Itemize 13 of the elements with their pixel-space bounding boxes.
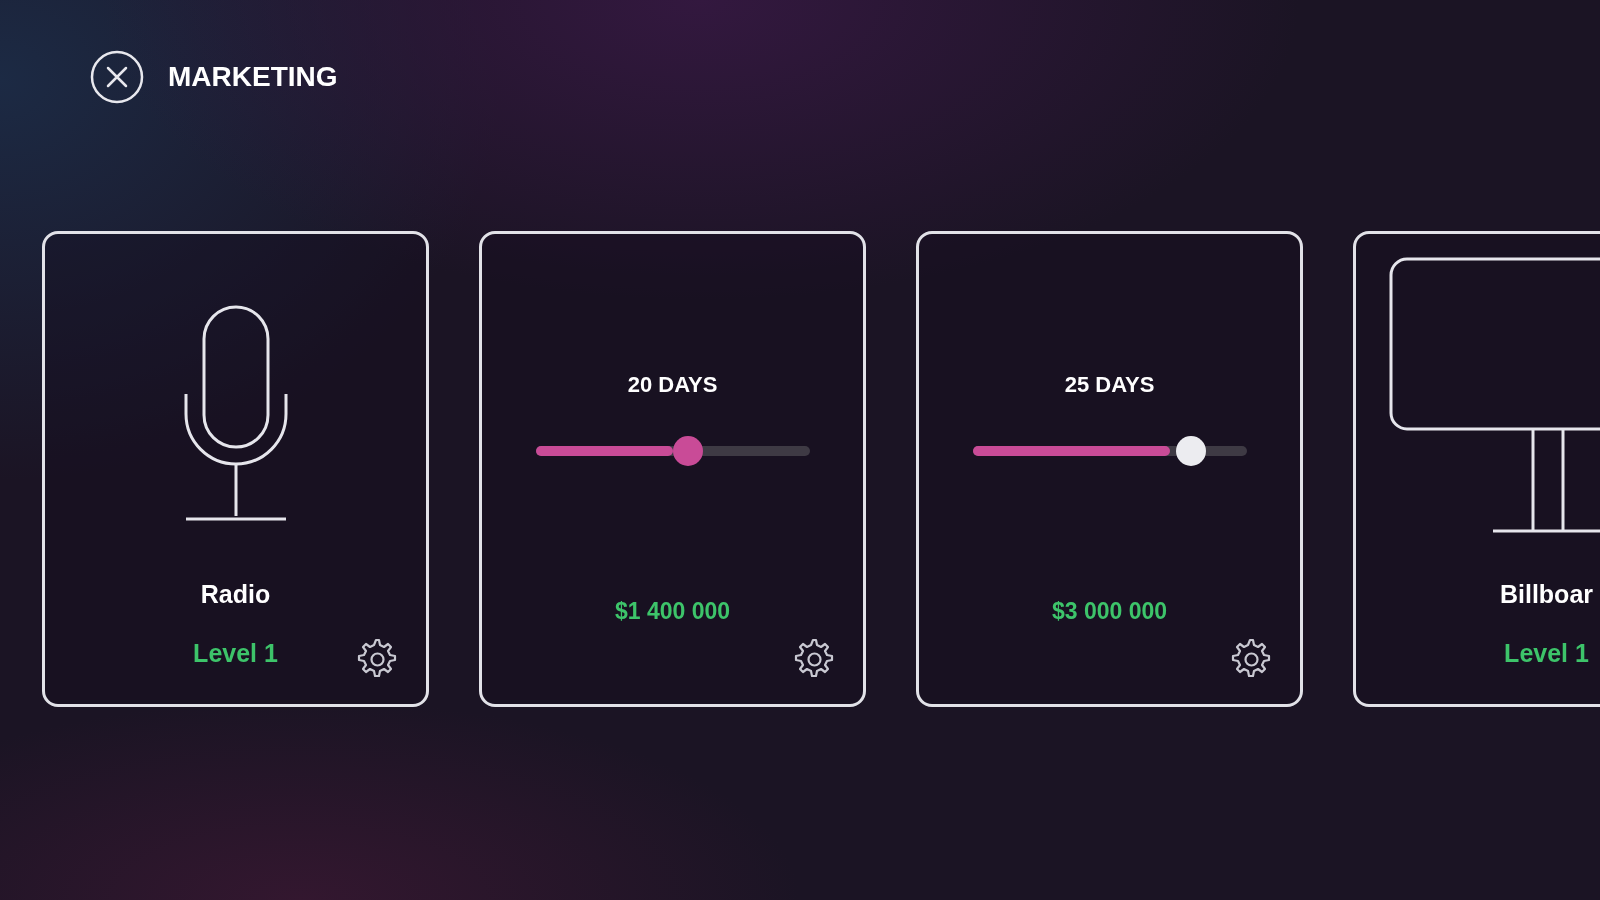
duration-label: 25 DAYS [1064, 372, 1155, 398]
price-label: $3 000 000 [1051, 598, 1168, 625]
level-label: Level 1 [1504, 639, 1589, 668]
close-icon[interactable] [90, 50, 144, 104]
channel-name: Radio [200, 580, 271, 609]
channel-name: Billboar [1499, 580, 1594, 609]
price-label: $1 400 000 [614, 598, 731, 625]
slider-thumb[interactable] [1176, 436, 1207, 466]
slider-thumb[interactable] [672, 436, 703, 466]
duration-label: 20 DAYS [627, 372, 718, 398]
level-label: Level 1 [193, 639, 278, 668]
page-title: MARKETING [168, 61, 338, 93]
billboard-icon [1388, 256, 1600, 536]
